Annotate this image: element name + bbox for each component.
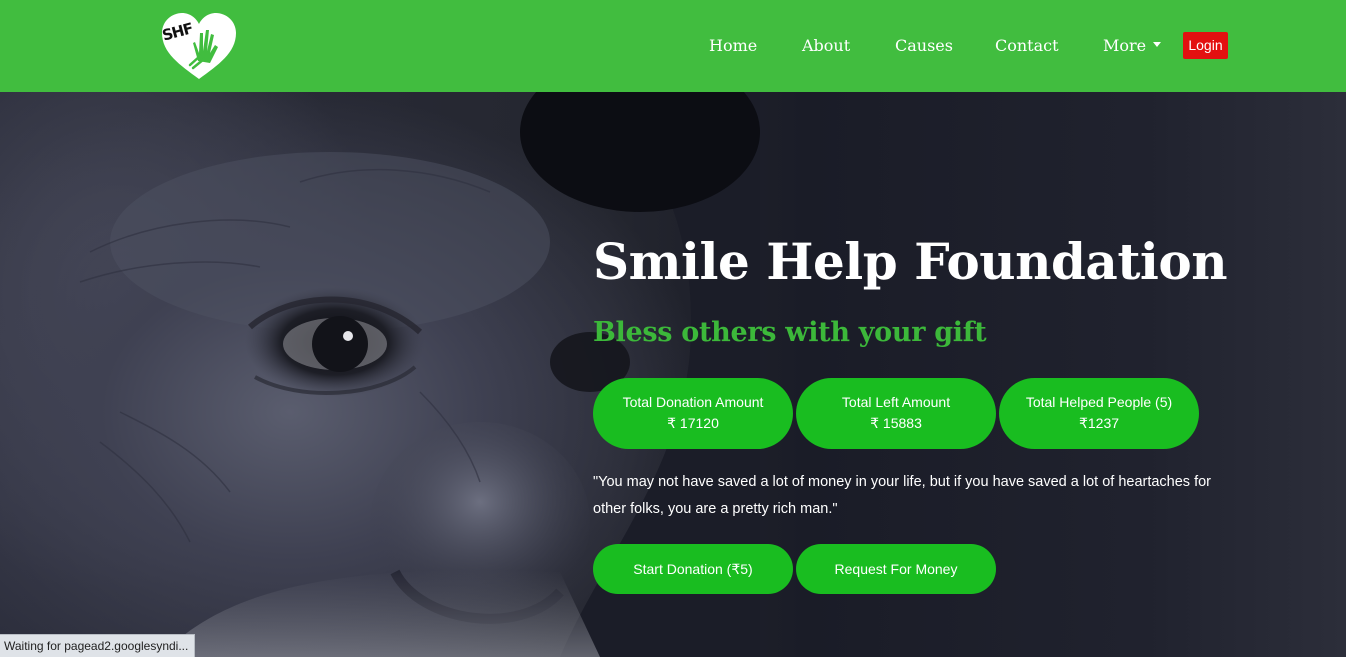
stat-helped-people: Total Helped People (5) ₹1237 xyxy=(999,378,1199,449)
stat-total-donation: Total Donation Amount ₹ 17120 xyxy=(593,378,793,449)
main-nav: Home About Causes Contact More Login xyxy=(0,0,1346,92)
nav-home[interactable]: Home xyxy=(709,36,757,56)
hero-section: Smile Help Foundation Bless others with … xyxy=(0,92,1346,657)
stat-label: Total Helped People (5) xyxy=(1025,394,1173,410)
browser-status-bar: Waiting for pagead2.googlesyndi... xyxy=(0,634,195,657)
hero-title: Smile Help Foundation xyxy=(593,232,1228,291)
nav-more-dropdown[interactable]: More xyxy=(1103,36,1162,56)
stat-value: ₹ 17120 xyxy=(667,415,719,431)
stat-value: ₹ 15883 xyxy=(870,415,922,431)
stat-total-left: Total Left Amount ₹ 15883 xyxy=(796,378,996,449)
login-button[interactable]: Login xyxy=(1183,32,1228,59)
start-donation-button[interactable]: Start Donation (₹5) xyxy=(593,544,793,594)
nav-contact[interactable]: Contact xyxy=(995,36,1059,56)
nav-causes[interactable]: Causes xyxy=(895,36,953,56)
request-money-button[interactable]: Request For Money xyxy=(796,544,996,594)
navbar: SHF Home About Causes Contact More Login xyxy=(0,0,1346,92)
stat-value: ₹1237 xyxy=(1078,415,1120,431)
nav-about[interactable]: About xyxy=(802,36,850,56)
nav-more-label: More xyxy=(1103,36,1147,55)
stat-label: Total Donation Amount xyxy=(622,394,764,410)
stat-label: Total Left Amount xyxy=(841,394,951,410)
caret-down-icon xyxy=(1153,42,1162,47)
hero-quote: "You may not have saved a lot of money i… xyxy=(593,474,1212,517)
hero-subtitle: Bless others with your gift xyxy=(593,317,987,348)
